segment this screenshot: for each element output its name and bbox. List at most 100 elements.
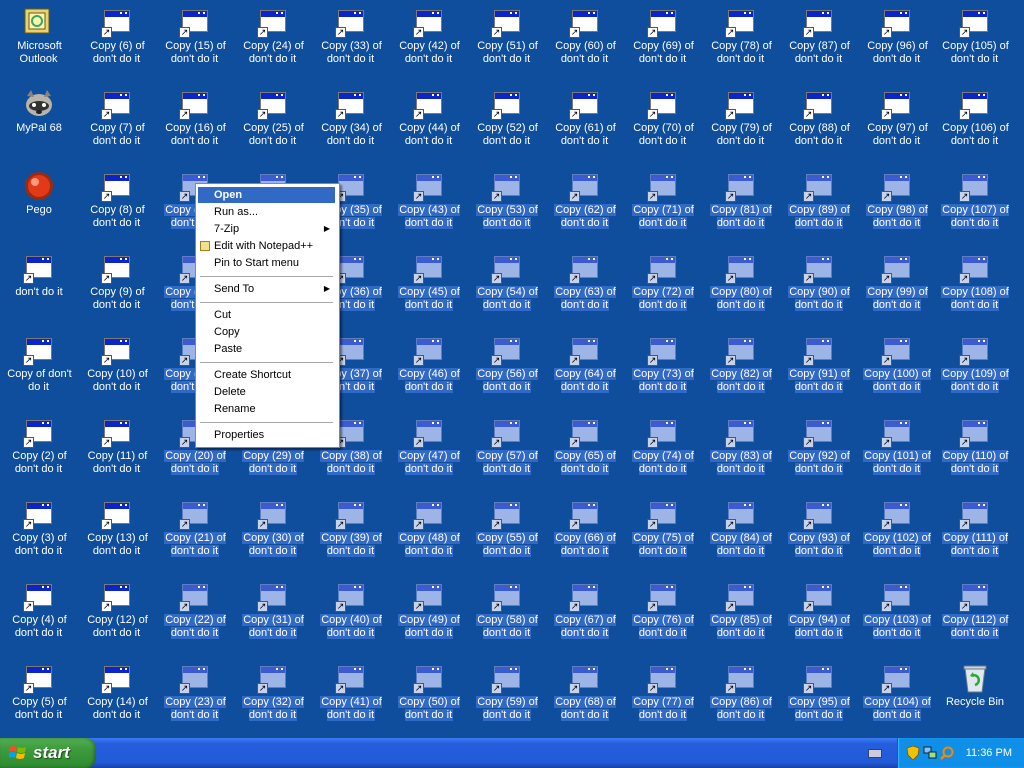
- desktop-icon[interactable]: Pego: [0, 166, 78, 240]
- desktop-icon[interactable]: Recycle Bin: [936, 658, 1014, 732]
- desktop-icon[interactable]: ↗ Copy (110) of don't do it: [936, 412, 1014, 486]
- menu-item-create-shortcut[interactable]: Create Shortcut: [198, 367, 335, 383]
- desktop-icon[interactable]: ↗ Copy (61) of don't do it: [546, 84, 624, 158]
- desktop-icon[interactable]: ↗ Copy (8) of don't do it: [78, 166, 156, 240]
- desktop-icon[interactable]: ↗ Copy (67) of don't do it: [546, 576, 624, 650]
- desktop-icon[interactable]: ↗ Copy (6) of don't do it: [78, 2, 156, 76]
- desktop-icon[interactable]: ↗ Copy (77) of don't do it: [624, 658, 702, 732]
- desktop-icon[interactable]: ↗ Copy (88) of don't do it: [780, 84, 858, 158]
- desktop-icon[interactable]: ↗ Copy (108) of don't do it: [936, 248, 1014, 322]
- desktop-icon[interactable]: ↗ Copy (94) of don't do it: [780, 576, 858, 650]
- desktop-icon[interactable]: ↗ Copy (63) of don't do it: [546, 248, 624, 322]
- desktop-icon[interactable]: ↗ Copy (4) of don't do it: [0, 576, 78, 650]
- desktop-icon[interactable]: ↗ Copy (59) of don't do it: [468, 658, 546, 732]
- menu-item-delete[interactable]: Delete: [198, 384, 335, 400]
- desktop-icon[interactable]: ↗ Copy (100) of don't do it: [858, 330, 936, 404]
- desktop-icon[interactable]: ↗ Copy (74) of don't do it: [624, 412, 702, 486]
- desktop-icon[interactable]: ↗ Copy (104) of don't do it: [858, 658, 936, 732]
- desktop-icon[interactable]: ↗ Copy (44) of don't do it: [390, 84, 468, 158]
- desktop-icon[interactable]: ↗ Copy (32) of don't do it: [234, 658, 312, 732]
- desktop-icon[interactable]: ↗ Copy (40) of don't do it: [312, 576, 390, 650]
- desktop-icon[interactable]: ↗ Copy (98) of don't do it: [858, 166, 936, 240]
- desktop-icon[interactable]: ↗ Copy (23) of don't do it: [156, 658, 234, 732]
- menu-item-paste[interactable]: Paste: [198, 341, 335, 357]
- desktop-icon[interactable]: ↗ Copy (62) of don't do it: [546, 166, 624, 240]
- network-icon[interactable]: [923, 746, 937, 760]
- desktop-icon[interactable]: ↗ Copy (80) of don't do it: [702, 248, 780, 322]
- desktop-icon[interactable]: ↗ Copy (78) of don't do it: [702, 2, 780, 76]
- desktop-icon[interactable]: ↗ Copy (109) of don't do it: [936, 330, 1014, 404]
- desktop-icon[interactable]: ↗ Copy (81) of don't do it: [702, 166, 780, 240]
- desktop-icon[interactable]: ↗ Copy of don't do it: [0, 330, 78, 404]
- desktop-icon[interactable]: ↗ Copy (82) of don't do it: [702, 330, 780, 404]
- desktop-icon[interactable]: ↗ Copy (92) of don't do it: [780, 412, 858, 486]
- desktop-icon[interactable]: ↗ Copy (25) of don't do it: [234, 84, 312, 158]
- desktop-icon[interactable]: ↗ Copy (2) of don't do it: [0, 412, 78, 486]
- desktop-icon[interactable]: ↗ Copy (107) of don't do it: [936, 166, 1014, 240]
- desktop-icon[interactable]: ↗ Copy (15) of don't do it: [156, 2, 234, 76]
- desktop-icon[interactable]: ↗ Copy (93) of don't do it: [780, 494, 858, 568]
- desktop-icon[interactable]: ↗ Copy (52) of don't do it: [468, 84, 546, 158]
- desktop-icon[interactable]: ↗ Copy (79) of don't do it: [702, 84, 780, 158]
- desktop-icon[interactable]: ↗ Copy (101) of don't do it: [858, 412, 936, 486]
- desktop-icon[interactable]: ↗ Copy (105) of don't do it: [936, 2, 1014, 76]
- clock[interactable]: 11:36 PM: [966, 738, 1012, 768]
- desktop-icon[interactable]: ↗ Copy (90) of don't do it: [780, 248, 858, 322]
- desktop-icon[interactable]: ↗ Copy (41) of don't do it: [312, 658, 390, 732]
- desktop-icon[interactable]: ↗ Copy (86) of don't do it: [702, 658, 780, 732]
- desktop-icon[interactable]: ↗ Copy (50) of don't do it: [390, 658, 468, 732]
- menu-item-copy[interactable]: Copy: [198, 324, 335, 340]
- desktop-icon[interactable]: ↗ Copy (55) of don't do it: [468, 494, 546, 568]
- desktop-icon[interactable]: ↗ Copy (96) of don't do it: [858, 2, 936, 76]
- desktop-icon[interactable]: ↗ Copy (30) of don't do it: [234, 494, 312, 568]
- desktop-icon[interactable]: ↗ Copy (60) of don't do it: [546, 2, 624, 76]
- desktop-icon[interactable]: ↗ Copy (16) of don't do it: [156, 84, 234, 158]
- desktop-icon[interactable]: ↗ Copy (3) of don't do it: [0, 494, 78, 568]
- desktop-icon[interactable]: ↗ Copy (12) of don't do it: [78, 576, 156, 650]
- desktop-icon[interactable]: ↗ Copy (22) of don't do it: [156, 576, 234, 650]
- desktop-icon[interactable]: ↗ Copy (13) of don't do it: [78, 494, 156, 568]
- desktop-icon[interactable]: ↗ Copy (39) of don't do it: [312, 494, 390, 568]
- desktop-icon[interactable]: ↗ Copy (68) of don't do it: [546, 658, 624, 732]
- desktop-icon[interactable]: ↗ Copy (9) of don't do it: [78, 248, 156, 322]
- keyboard-icon[interactable]: [868, 749, 882, 758]
- desktop-icon[interactable]: ↗ Copy (51) of don't do it: [468, 2, 546, 76]
- desktop-icon[interactable]: ↗ Copy (99) of don't do it: [858, 248, 936, 322]
- desktop-icon[interactable]: ↗ Copy (71) of don't do it: [624, 166, 702, 240]
- desktop-icon[interactable]: ↗ Copy (24) of don't do it: [234, 2, 312, 76]
- desktop-icon[interactable]: ↗ Copy (5) of don't do it: [0, 658, 78, 732]
- desktop-icon[interactable]: ↗ Copy (76) of don't do it: [624, 576, 702, 650]
- desktop-icon[interactable]: ↗ Copy (45) of don't do it: [390, 248, 468, 322]
- desktop-icon[interactable]: ↗ Copy (31) of don't do it: [234, 576, 312, 650]
- desktop-icon[interactable]: ↗ Copy (56) of don't do it: [468, 330, 546, 404]
- menu-item-rename[interactable]: Rename: [198, 401, 335, 417]
- desktop-icon[interactable]: ↗ Copy (89) of don't do it: [780, 166, 858, 240]
- desktop-icon[interactable]: MyPal 68: [0, 84, 78, 158]
- start-button[interactable]: start: [0, 738, 96, 768]
- desktop-icon[interactable]: ↗ Copy (43) of don't do it: [390, 166, 468, 240]
- desktop-icon[interactable]: ↗ Copy (47) of don't do it: [390, 412, 468, 486]
- menu-item-pin-to-start-menu[interactable]: Pin to Start menu: [198, 255, 335, 271]
- menu-item-cut[interactable]: Cut: [198, 307, 335, 323]
- desktop-icon[interactable]: ↗ Copy (53) of don't do it: [468, 166, 546, 240]
- desktop-icon[interactable]: ↗ Copy (21) of don't do it: [156, 494, 234, 568]
- desktop-icon[interactable]: ↗ Copy (97) of don't do it: [858, 84, 936, 158]
- desktop-icon[interactable]: ↗ Copy (58) of don't do it: [468, 576, 546, 650]
- desktop-icon[interactable]: ↗ Copy (10) of don't do it: [78, 330, 156, 404]
- menu-item-properties[interactable]: Properties: [198, 427, 335, 443]
- desktop-icon[interactable]: ↗ Copy (11) of don't do it: [78, 412, 156, 486]
- desktop-icon[interactable]: Microsoft Outlook: [0, 2, 78, 76]
- desktop-icon[interactable]: ↗ Copy (42) of don't do it: [390, 2, 468, 76]
- desktop-icon[interactable]: ↗ Copy (49) of don't do it: [390, 576, 468, 650]
- desktop-icon[interactable]: ↗ Copy (102) of don't do it: [858, 494, 936, 568]
- desktop-icon[interactable]: ↗ Copy (65) of don't do it: [546, 412, 624, 486]
- desktop-icon[interactable]: ↗ Copy (46) of don't do it: [390, 330, 468, 404]
- desktop-icon[interactable]: ↗ Copy (14) of don't do it: [78, 658, 156, 732]
- desktop-icon[interactable]: ↗ Copy (87) of don't do it: [780, 2, 858, 76]
- desktop-icon[interactable]: ↗ Copy (73) of don't do it: [624, 330, 702, 404]
- desktop-icon[interactable]: ↗ Copy (7) of don't do it: [78, 84, 156, 158]
- search-icon[interactable]: [940, 746, 954, 760]
- menu-item-open[interactable]: Open: [198, 187, 335, 203]
- desktop-icon[interactable]: ↗ Copy (111) of don't do it: [936, 494, 1014, 568]
- desktop-icon[interactable]: ↗ Copy (75) of don't do it: [624, 494, 702, 568]
